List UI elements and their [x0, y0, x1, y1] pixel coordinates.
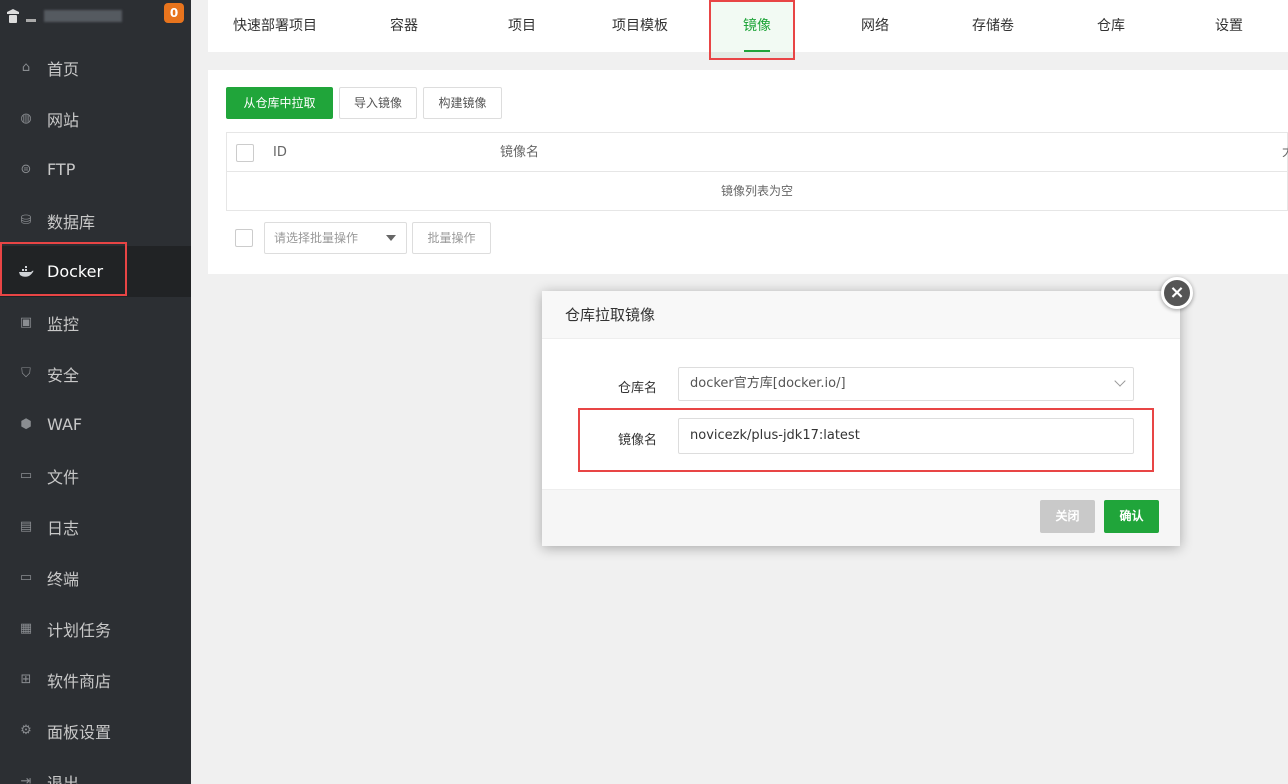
tab-settings[interactable]: 设置	[1203, 0, 1255, 52]
server-ip-redacted	[44, 10, 122, 22]
sidebar-item-label: 网站	[47, 110, 80, 130]
sidebar-item-logout[interactable]: ⇥ 退出	[0, 756, 191, 784]
dialog-title: 仓库拉取镜像	[542, 291, 1180, 339]
waf-shield-icon: ⬢	[20, 417, 32, 432]
sidebar-item-ftp[interactable]: ⊜ FTP	[0, 144, 191, 195]
sidebar-item-database[interactable]: ⛁ 数据库	[0, 195, 191, 246]
logo-row	[0, 0, 191, 32]
sidebar-item-label: 终端	[47, 569, 80, 589]
chevron-down-icon	[1114, 375, 1126, 387]
import-image-button[interactable]: 导入镜像	[339, 87, 417, 119]
sidebar-item-label: WAF	[47, 415, 83, 434]
batch-operation-select[interactable]: 请选择批量操作	[264, 222, 407, 254]
empty-table-message: 镜像列表为空	[226, 172, 1288, 211]
confirm-button[interactable]: 确认	[1104, 500, 1159, 533]
sidebar-item-files[interactable]: ▭ 文件	[0, 450, 191, 501]
sidebar-item-label: 日志	[47, 518, 80, 538]
batch-select-checkbox[interactable]	[235, 229, 253, 247]
close-button[interactable]: 关闭	[1040, 500, 1095, 533]
logo-icon	[6, 8, 20, 24]
notification-badge[interactable]: 0	[164, 3, 184, 23]
globe-icon: ◍	[20, 111, 32, 126]
tab-project-templates[interactable]: 项目模板	[600, 0, 680, 52]
sidebar-item-panel-settings[interactable]: ⚙ 面板设置	[0, 705, 191, 756]
calendar-icon: ▦	[19, 621, 33, 636]
pull-image-dialog: 仓库拉取镜像 仓库名 docker官方库[docker.io/] 镜像名 nov…	[542, 291, 1180, 546]
terminal-icon: ▭	[19, 570, 33, 585]
log-icon: ▤	[19, 519, 33, 534]
column-image-name[interactable]: 镜像名	[500, 133, 539, 173]
pull-from-registry-button[interactable]: 从仓库中拉取	[226, 87, 333, 119]
sidebar-item-label: 面板设置	[47, 722, 112, 742]
sidebar-item-app-store[interactable]: ⊞ 软件商店	[0, 654, 191, 705]
sidebar-item-label: 首页	[47, 59, 80, 79]
images-table-header: ID 镜像名 大	[226, 132, 1288, 172]
sidebar: 0 ⌂ 首页 ◍ 网站 ⊜ FTP ⛁ 数据库 Docker ▣ 监控 ⛉ 安全 ⬢ WAF …	[0, 0, 191, 784]
active-tab-underline	[744, 50, 770, 52]
home-icon: ⌂	[21, 60, 31, 75]
database-icon: ⛁	[20, 213, 32, 228]
tab-volumes[interactable]: 存储卷	[962, 0, 1024, 52]
tab-projects[interactable]: 项目	[496, 0, 548, 52]
caret-down-icon	[386, 235, 396, 241]
sidebar-item-label: 计划任务	[47, 620, 112, 640]
server-name-redacted	[26, 18, 36, 22]
sidebar-item-home[interactable]: ⌂ 首页	[0, 42, 191, 93]
docker-icon	[18, 264, 34, 280]
ftp-icon: ⊜	[20, 162, 32, 177]
sidebar-item-docker[interactable]: Docker	[0, 246, 191, 297]
build-image-button[interactable]: 构建镜像	[423, 87, 502, 119]
folder-icon: ▭	[19, 468, 33, 483]
apps-icon: ⊞	[20, 672, 32, 687]
dialog-footer: 关闭 确认	[542, 489, 1180, 546]
tab-registries[interactable]: 仓库	[1085, 0, 1137, 52]
tab-images[interactable]: 镜像	[731, 0, 783, 52]
sidebar-nav: ⌂ 首页 ◍ 网站 ⊜ FTP ⛁ 数据库 Docker ▣ 监控 ⛉ 安全 ⬢ WAF ▭ 文…	[0, 42, 191, 784]
sidebar-item-cron[interactable]: ▦ 计划任务	[0, 603, 191, 654]
image-name-value: novicezk/plus-jdk17:latest	[690, 428, 860, 443]
logout-icon: ⇥	[20, 774, 32, 784]
repo-select[interactable]: docker官方库[docker.io/]	[678, 367, 1134, 401]
sidebar-item-label: Docker	[47, 262, 104, 281]
batch-select-placeholder: 请选择批量操作	[274, 231, 359, 245]
sidebar-item-label: 软件商店	[47, 671, 112, 691]
image-name-label: 镜像名	[617, 433, 657, 448]
sidebar-item-label: 安全	[47, 365, 80, 385]
shield-icon: ⛉	[21, 366, 31, 381]
image-name-input[interactable]: novicezk/plus-jdk17:latest	[678, 418, 1134, 454]
repo-select-value: docker官方库[docker.io/]	[690, 376, 846, 391]
sidebar-item-label: 退出	[47, 773, 80, 784]
sidebar-item-security[interactable]: ⛉ 安全	[0, 348, 191, 399]
select-all-checkbox[interactable]	[236, 144, 254, 162]
tab-networks[interactable]: 网络	[849, 0, 901, 52]
tab-containers[interactable]: 容器	[378, 0, 430, 52]
sidebar-item-waf[interactable]: ⬢ WAF	[0, 399, 191, 450]
sidebar-item-label: 文件	[47, 467, 80, 487]
batch-operation-button[interactable]: 批量操作	[412, 222, 491, 254]
gear-icon: ⚙	[20, 723, 32, 738]
sidebar-item-label: FTP	[47, 160, 76, 179]
column-size[interactable]: 大	[1282, 133, 1288, 173]
sidebar-item-website[interactable]: ◍ 网站	[0, 93, 191, 144]
sidebar-item-terminal[interactable]: ▭ 终端	[0, 552, 191, 603]
dialog-close-icon[interactable]: ×	[1161, 277, 1193, 309]
sidebar-item-logs[interactable]: ▤ 日志	[0, 501, 191, 552]
monitor-icon: ▣	[19, 315, 33, 330]
sidebar-item-label: 数据库	[47, 212, 96, 232]
sidebar-item-label: 监控	[47, 314, 80, 334]
column-id[interactable]: ID	[273, 133, 287, 173]
sidebar-item-monitor[interactable]: ▣ 监控	[0, 297, 191, 348]
repo-label: 仓库名	[617, 381, 657, 396]
tab-quick-deploy[interactable]: 快速部署项目	[222, 0, 328, 52]
